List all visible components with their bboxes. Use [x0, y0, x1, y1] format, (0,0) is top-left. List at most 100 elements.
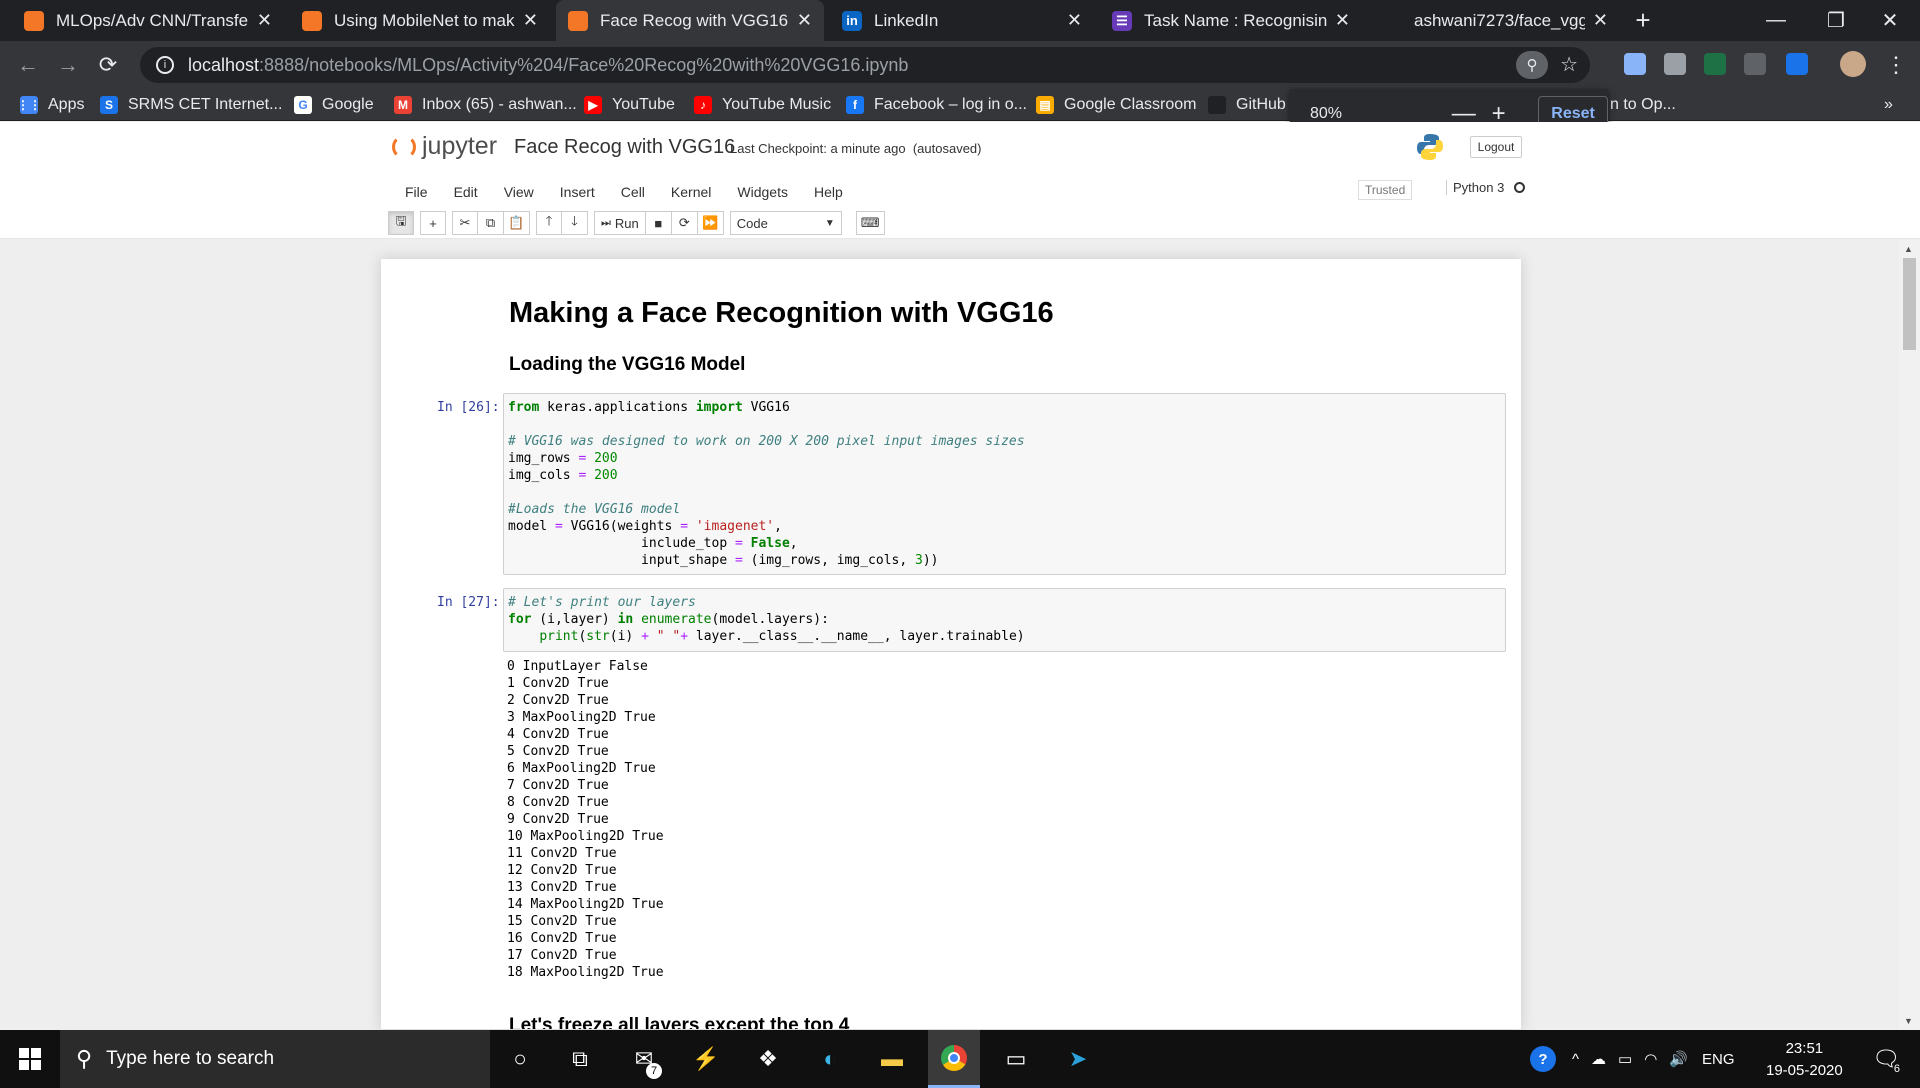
- close-tab-icon[interactable]: ✕: [1067, 10, 1082, 31]
- minimize-button[interactable]: —: [1746, 0, 1806, 41]
- notebook-name[interactable]: Face Recog with VGG16: [514, 136, 735, 159]
- help-icon[interactable]: ?: [1530, 1046, 1556, 1072]
- bookmark-item[interactable]: S SRMS CET Internet...: [100, 93, 282, 117]
- page-scrollbar[interactable]: ▲ ▼: [1899, 240, 1920, 1030]
- restart-icon[interactable]: ⟳: [671, 211, 698, 235]
- bookmark-item[interactable]: ⋮⋮ Apps: [17, 93, 84, 117]
- scroll-down-icon[interactable]: ▼: [1904, 1016, 1913, 1026]
- browser-tab[interactable]: ☰ Task Name : Recognising Fac ✕: [1100, 0, 1362, 41]
- terminal-icon[interactable]: ▭: [996, 1039, 1036, 1079]
- bookmark-item[interactable]: f Facebook – log in o...: [846, 93, 1027, 117]
- close-tab-icon[interactable]: ✕: [1335, 10, 1350, 31]
- move-down-icon[interactable]: 🡓: [562, 211, 588, 235]
- zoom-icon[interactable]: ⚲: [1516, 51, 1548, 79]
- profile-avatar[interactable]: [1840, 51, 1866, 77]
- edge-icon[interactable]: ◐: [810, 1039, 850, 1079]
- bookmark-item[interactable]: G Google: [294, 93, 374, 117]
- windows-start-icon[interactable]: [0, 1030, 60, 1088]
- menu-edit[interactable]: Edit: [441, 184, 491, 200]
- bookmark-star-icon[interactable]: ☆: [1560, 52, 1578, 77]
- tab-favicon-icon: [302, 10, 322, 31]
- move-up-icon[interactable]: 🡑: [536, 211, 562, 235]
- output-line: 6 MaxPooling2D True: [507, 761, 656, 776]
- tray-chevron-icon[interactable]: ^: [1572, 1051, 1579, 1068]
- address-bar[interactable]: i localhost:8888/notebooks/MLOps/Activit…: [140, 47, 1590, 83]
- code-cell[interactable]: # Let's print our layers for (i,layer) i…: [503, 588, 1506, 652]
- logout-button[interactable]: Logout: [1470, 136, 1522, 158]
- menu-file[interactable]: File: [392, 184, 441, 200]
- kernel-indicator[interactable]: Python 3: [1446, 180, 1526, 195]
- browser-tab[interactable]: Using MobileNet to make a M ✕: [290, 0, 550, 41]
- dropbox-icon[interactable]: ❖: [748, 1039, 788, 1079]
- output-line: 5 Conv2D True: [507, 744, 609, 759]
- file-explorer-icon[interactable]: ▬: [872, 1039, 912, 1079]
- menu-insert[interactable]: Insert: [547, 184, 608, 200]
- trusted-indicator[interactable]: Trusted: [1358, 180, 1413, 200]
- close-tab-icon[interactable]: ✕: [257, 10, 272, 31]
- close-window-button[interactable]: ✕: [1860, 0, 1920, 41]
- chrome-menu-icon[interactable]: ⋮: [1880, 49, 1912, 81]
- mail-icon[interactable]: ✉ 7: [624, 1039, 664, 1079]
- bookmark-favicon-icon: ⋮⋮: [17, 96, 41, 114]
- interrupt-icon[interactable]: ■: [645, 211, 672, 235]
- extension-icon-4[interactable]: [1786, 53, 1808, 75]
- bookmark-item[interactable]: M Inbox (65) - ashwan...: [394, 93, 577, 117]
- restart-run-all-icon[interactable]: ⏩: [697, 211, 724, 235]
- browser-tab[interactable]: Face Recog with VGG16 - Jup ✕: [556, 0, 824, 41]
- menu-view[interactable]: View: [491, 184, 547, 200]
- paste-icon[interactable]: 📋: [504, 211, 530, 235]
- cell-type-select[interactable]: Code ▼: [729, 211, 842, 235]
- jupyter-logo[interactable]: jupyter: [392, 132, 497, 161]
- info-icon[interactable]: i: [156, 56, 174, 74]
- cut-icon[interactable]: ✂: [452, 211, 478, 235]
- menu-widgets[interactable]: Widgets: [724, 184, 801, 200]
- reload-icon[interactable]: ⟳: [92, 49, 124, 81]
- code-cell[interactable]: from keras.applications import VGG16 # V…: [503, 393, 1506, 575]
- close-tab-icon[interactable]: ✕: [523, 10, 538, 31]
- wifi-icon[interactable]: ◠: [1644, 1050, 1657, 1068]
- menu-kernel[interactable]: Kernel: [658, 184, 724, 200]
- bookmarks-more-icon[interactable]: »: [1884, 93, 1893, 117]
- forward-icon[interactable]: →: [52, 49, 84, 81]
- output-line: 15 Conv2D True: [507, 914, 617, 929]
- menu-help[interactable]: Help: [801, 184, 856, 200]
- bookmark-item[interactable]: ▤ Google Classroom: [1036, 93, 1197, 117]
- bookmark-item[interactable]: GitHub: [1208, 93, 1286, 117]
- browser-tab[interactable]: MLOps/Adv CNN/Transfer Le ✕: [12, 0, 284, 41]
- close-tab-icon[interactable]: ✕: [797, 10, 812, 31]
- copy-icon[interactable]: ⧉: [478, 211, 504, 235]
- scroll-up-icon[interactable]: ▲: [1904, 244, 1913, 254]
- app-icon[interactable]: ⚡: [686, 1039, 726, 1079]
- scrollbar-thumb[interactable]: [1903, 258, 1916, 350]
- task-view-icon[interactable]: ⧉: [560, 1039, 600, 1079]
- browser-tab[interactable]: ashwani7273/face_vgg ✕: [1370, 0, 1620, 41]
- restore-button[interactable]: ❐: [1806, 0, 1866, 41]
- cortana-icon[interactable]: ○: [500, 1039, 540, 1079]
- insert-cell-icon[interactable]: +: [420, 211, 446, 235]
- close-tab-icon[interactable]: ✕: [1593, 10, 1608, 31]
- browser-tab[interactable]: in LinkedIn ✕: [830, 0, 1094, 41]
- menu-cell[interactable]: Cell: [608, 184, 658, 200]
- onedrive-icon[interactable]: ☁: [1591, 1050, 1606, 1068]
- bookmark-item[interactable]: ▶ YouTube: [584, 93, 675, 117]
- back-icon[interactable]: ←: [12, 49, 44, 81]
- chrome-taskbar-icon[interactable]: [928, 1030, 980, 1088]
- extension-icon-1[interactable]: [1624, 53, 1646, 75]
- run-button[interactable]: ⏭ Run: [594, 211, 646, 235]
- telegram-icon[interactable]: ➤: [1058, 1039, 1098, 1079]
- extension-icon-3[interactable]: [1744, 53, 1766, 75]
- extension-icon-2[interactable]: [1664, 53, 1686, 75]
- notifications-icon[interactable]: 🗨 6: [1866, 1039, 1906, 1079]
- battery-icon[interactable]: ▭: [1618, 1050, 1632, 1068]
- excel-extension-icon[interactable]: [1704, 53, 1726, 75]
- taskbar-search[interactable]: ⚲ Type here to search: [60, 1030, 490, 1088]
- output-line: 3 MaxPooling2D True: [507, 710, 656, 725]
- bookmark-item[interactable]: ♪ YouTube Music: [694, 93, 831, 117]
- taskbar-clock[interactable]: 23:51 19-05-2020: [1766, 1038, 1843, 1082]
- keyboard-icon[interactable]: ⌨: [855, 211, 885, 235]
- new-tab-button[interactable]: +: [1620, 0, 1666, 41]
- save-icon[interactable]: 🖫: [388, 211, 414, 235]
- language-indicator[interactable]: ENG: [1702, 1051, 1735, 1068]
- bookmark-overflow[interactable]: n to Op...: [1610, 93, 1676, 117]
- volume-icon[interactable]: 🔊: [1669, 1050, 1688, 1068]
